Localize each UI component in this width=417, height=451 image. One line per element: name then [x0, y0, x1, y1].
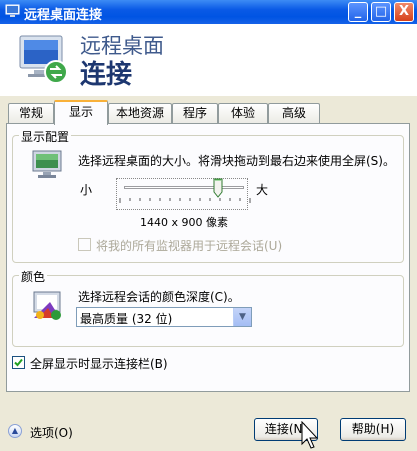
connection-bar-checkbox[interactable]	[12, 356, 25, 369]
banner-title-line2: 连接	[80, 60, 133, 90]
slider-thumb[interactable]	[213, 178, 223, 198]
tab-programs[interactable]: 程序	[172, 103, 218, 123]
colors-legend: 颜色	[19, 268, 48, 285]
tab-experience[interactable]: 体验	[218, 103, 268, 123]
options-toggle[interactable]: 选项(O)	[30, 424, 73, 441]
close-button[interactable]: X	[394, 2, 414, 22]
mouse-cursor-icon	[301, 421, 319, 449]
tab-local-resources[interactable]: 本地资源	[108, 103, 172, 123]
monitor-icon	[32, 150, 62, 178]
slider-ticks	[119, 198, 251, 203]
remote-desktop-icon	[5, 4, 20, 17]
slider-track	[124, 186, 244, 189]
display-config-legend: 显示配置	[19, 128, 72, 145]
slider-max-label: 大	[256, 183, 269, 197]
maximize-button[interactable]: □	[371, 2, 391, 22]
header-banner: 远程桌面 连接	[0, 24, 417, 96]
tab-general[interactable]: 常规	[8, 103, 54, 123]
minimize-button[interactable]: _	[348, 2, 368, 22]
chevron-down-icon[interactable]: ▼	[233, 308, 251, 326]
help-button[interactable]: 帮助(H)	[340, 418, 406, 441]
window-title: 远程桌面连接	[24, 8, 103, 23]
title-bar: 远程桌面连接 _ □ X	[0, 0, 417, 24]
options-expand-icon[interactable]: ▲	[8, 424, 22, 438]
remote-desktop-logo-icon	[19, 35, 68, 84]
connection-bar-label: 全屏显示时显示连接栏(B)	[30, 357, 168, 371]
color-palette-icon	[33, 291, 61, 320]
color-depth-value: 最高质量 (32 位)	[80, 312, 173, 326]
multi-monitor-label: 将我的所有监视器用于远程会话(U)	[96, 239, 283, 253]
slider-min-label: 小	[80, 183, 93, 197]
color-depth-select[interactable]: 最高质量 (32 位) ▼	[76, 307, 252, 327]
display-size-description: 选择远程桌面的大小。将滑块拖动到最右边来使用全屏(S)。	[78, 154, 395, 168]
resolution-label: 1440 x 900 像素	[140, 216, 228, 229]
tab-display[interactable]: 显示	[54, 100, 108, 125]
checkmark-icon	[14, 358, 23, 367]
multi-monitor-checkbox[interactable]	[78, 238, 91, 251]
color-depth-description: 选择远程会话的颜色深度(C)。	[78, 290, 240, 304]
tab-advanced[interactable]: 高级	[268, 103, 320, 123]
